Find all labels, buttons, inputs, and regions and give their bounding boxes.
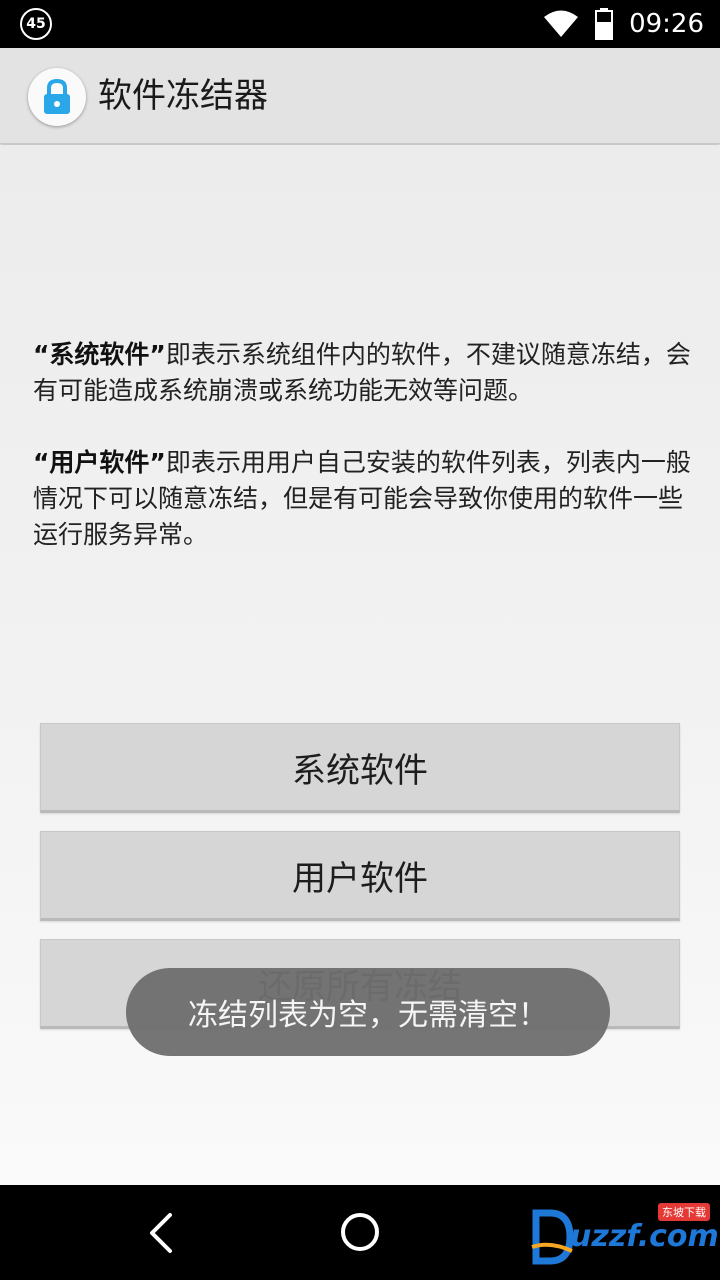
navigation-bar: uzzf.com 东坡下载 [0,1185,720,1280]
watermark-d-icon [531,1209,574,1265]
main-content: “系统软件”即表示系统组件内的软件，不建议随意冻结，会有可能造成系统崩溃或系统功… [0,145,720,1185]
home-icon[interactable] [338,1210,382,1254]
notification-badge: 45 [20,8,52,40]
app-icon [28,68,86,126]
battery-icon [595,8,614,40]
system-software-term: “系统软件” [33,340,166,369]
wifi-icon [544,10,579,37]
system-software-button[interactable]: 系统软件 [40,723,680,813]
watermark-badge: 东坡下载 [658,1203,710,1221]
lock-icon [44,78,70,114]
user-software-description: “用户软件”即表示用用户自己安装的软件列表，列表内一般情况下可以随意冻结，但是有… [33,445,693,553]
toast-message: 冻结列表为空，无需清空！ [126,968,610,1056]
watermark-logo: uzzf.com 东坡下载 [530,1203,719,1269]
back-icon[interactable] [140,1209,184,1257]
user-software-button[interactable]: 用户软件 [40,831,680,921]
watermark-text: uzzf.com [570,1219,719,1254]
status-time: 09:26 [629,9,704,39]
status-icons: 09:26 [543,0,704,48]
status-bar: 45 09:26 [0,0,720,48]
app-title: 软件冻结器 [98,76,268,116]
user-software-term: “用户软件” [33,448,166,477]
app-bar: 软件冻结器 [0,48,720,144]
system-software-description: “系统软件”即表示系统组件内的软件，不建议随意冻结，会有可能造成系统崩溃或系统功… [33,337,693,409]
